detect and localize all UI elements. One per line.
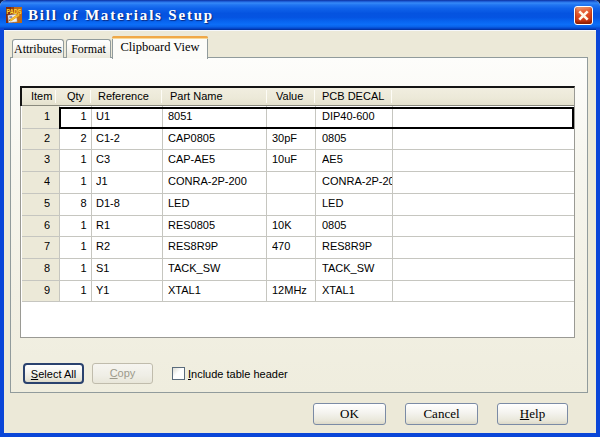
svg-text:PADS: PADS <box>7 8 22 15</box>
